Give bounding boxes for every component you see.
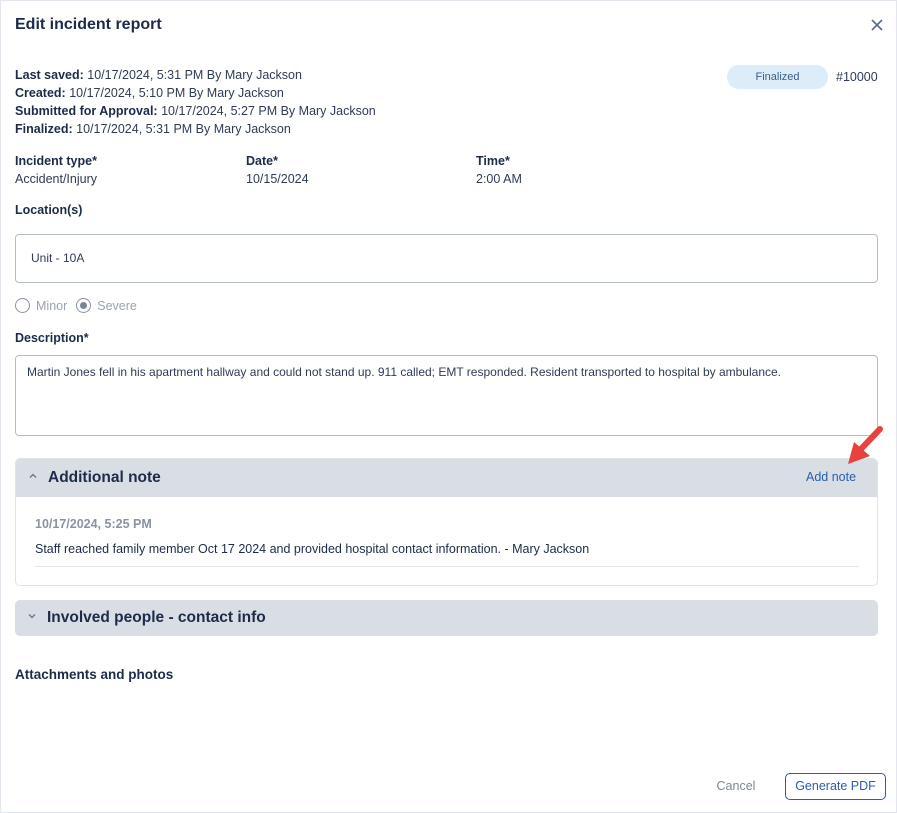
meta-value: 10/17/2024, 5:31 PM By Mary Jackson (83, 68, 302, 82)
involved-people-section[interactable]: Involved people - contact info (15, 600, 878, 636)
incident-type-field: Incident type* Accident/Injury (15, 152, 97, 188)
additional-note-header[interactable]: Additional note Add note (16, 459, 877, 497)
minor-radio[interactable] (15, 298, 30, 313)
cancel-button[interactable]: Cancel (705, 773, 767, 800)
attachments-heading: Attachments and photos (15, 667, 174, 682)
dialog-title: Edit incident report (15, 16, 162, 33)
created-row: Created: 10/17/2024, 5:10 PM By Mary Jac… (15, 84, 376, 102)
meta-value: 10/17/2024, 5:31 PM By Mary Jackson (72, 122, 291, 136)
meta-key: Finalized: (15, 122, 73, 136)
meta-value: 10/17/2024, 5:10 PM By Mary Jackson (65, 86, 284, 100)
time-field: Time* 2:00 AM (476, 152, 522, 188)
report-history: Last saved: 10/17/2024, 5:31 PM By Mary … (15, 66, 376, 138)
date-value: 10/15/2024 (246, 172, 309, 186)
location-label: Location(s) (15, 203, 83, 217)
severe-radio-label: Severe (97, 298, 137, 313)
report-id: #10000 (836, 70, 878, 84)
submitted-row: Submitted for Approval: 10/17/2024, 5:27… (15, 102, 376, 120)
description-textarea[interactable]: Martin Jones fell in his apartment hallw… (15, 355, 878, 436)
meta-key: Created: (15, 86, 66, 100)
note-text: Staff reached family member Oct 17 2024 … (35, 542, 590, 556)
add-note-button[interactable]: Add note (806, 470, 856, 484)
edit-incident-dialog: Edit incident report Last saved: 10/17/2… (0, 0, 897, 813)
time-value: 2:00 AM (476, 172, 522, 186)
red-arrow-icon (844, 424, 886, 468)
description-label: Description* (15, 331, 89, 345)
status-badge: Finalized (727, 65, 828, 89)
incident-type-label: Incident type* (15, 154, 97, 168)
involved-people-title: Involved people - contact info (47, 609, 266, 626)
meta-key: Submitted for Approval: (15, 104, 158, 118)
generate-pdf-button[interactable]: Generate PDF (785, 773, 886, 800)
additional-note-title: Additional note (48, 469, 161, 486)
close-icon[interactable] (867, 15, 887, 35)
location-input[interactable]: Unit - 10A (15, 234, 878, 283)
date-field: Date* 10/15/2024 (246, 152, 309, 188)
meta-value: 10/17/2024, 5:27 PM By Mary Jackson (157, 104, 376, 118)
incident-type-value: Accident/Injury (15, 172, 97, 186)
date-label: Date* (246, 154, 278, 168)
additional-note-section: Additional note Add note 10/17/2024, 5:2… (15, 458, 878, 586)
minor-radio-label: Minor (36, 298, 68, 313)
finalized-row: Finalized: 10/17/2024, 5:31 PM By Mary J… (15, 120, 376, 138)
meta-key: Last saved: (15, 68, 84, 82)
note-divider (35, 566, 859, 567)
severe-radio[interactable] (76, 298, 92, 313)
chevron-up-icon[interactable] (28, 471, 38, 484)
time-label: Time* (476, 154, 510, 168)
last-saved-row: Last saved: 10/17/2024, 5:31 PM By Mary … (15, 66, 376, 84)
note-timestamp: 10/17/2024, 5:25 PM (35, 517, 152, 531)
severity-radio-group: Minor Severe (15, 298, 146, 313)
chevron-down-icon[interactable] (27, 611, 37, 624)
